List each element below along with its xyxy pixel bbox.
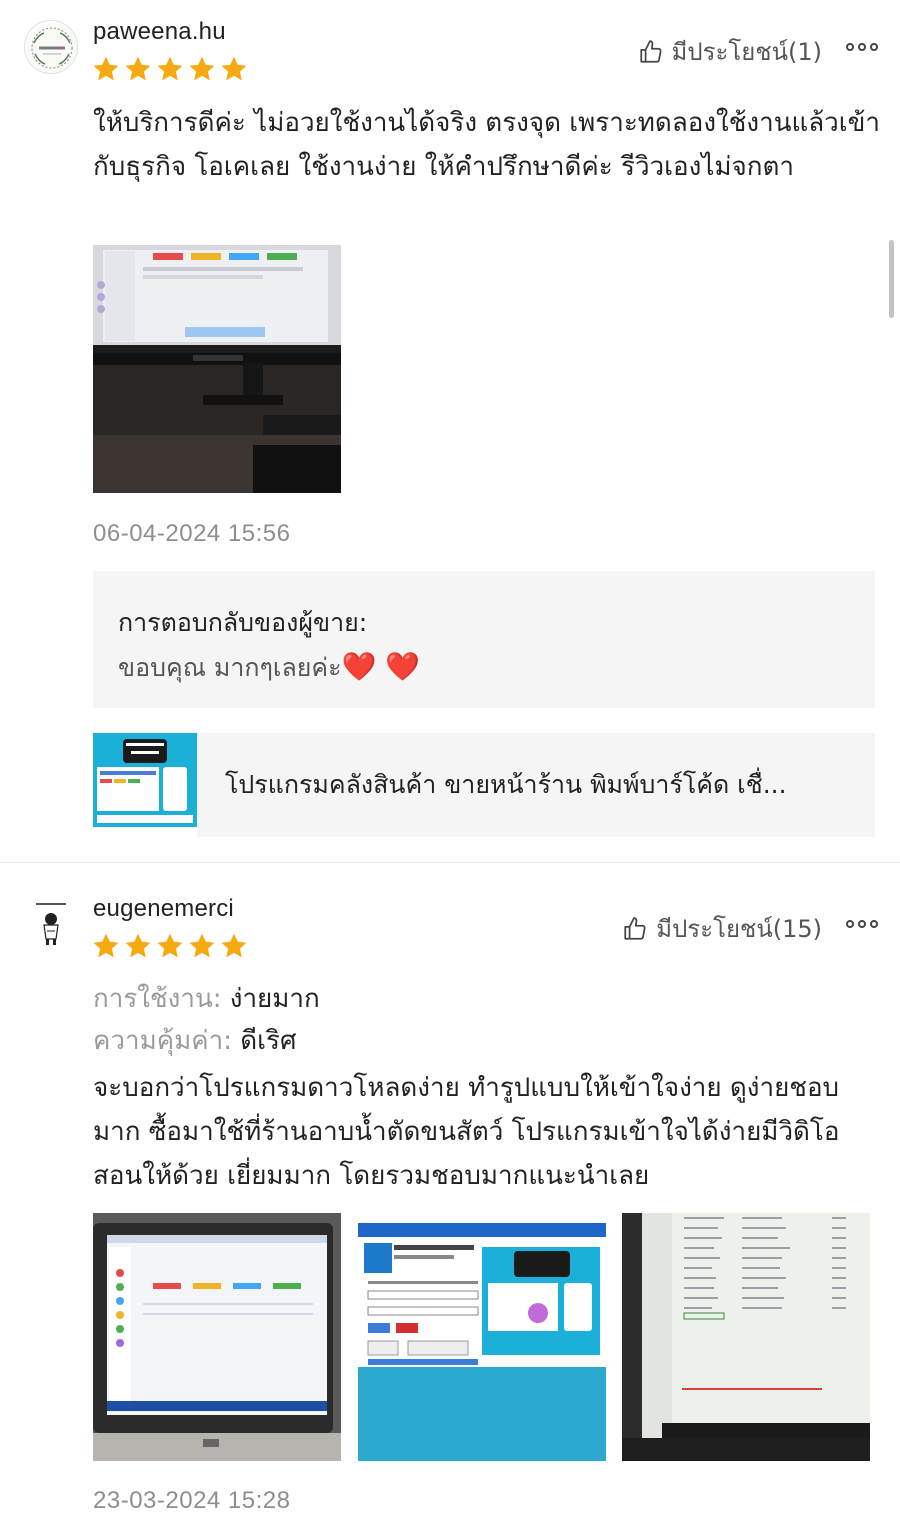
star-icon [93,933,119,958]
star-rating [92,55,248,83]
reviewer-username[interactable]: eugenemerci [93,895,234,923]
star-icon [157,56,183,81]
reviewer-username[interactable]: paweena.hu [93,18,226,46]
review-photo[interactable] [93,245,341,493]
attribute-usability: การใช้งาน: ง่ายมาก [93,978,320,1020]
star-icon [125,933,151,958]
heart-emojis: ❤️ ❤️ [341,650,421,683]
helpful-button[interactable]: มีประโยชน์(15) [622,909,822,948]
helpful-count-label: มีประโยชน์(1) [671,38,822,66]
review-photo[interactable] [358,1213,606,1461]
star-icon [125,56,151,81]
attribute-value: ดีเริศ [240,1026,297,1056]
star-icon [93,56,119,81]
seller-response-title: การตอบกลับของผู้ขาย: [118,608,368,637]
more-options-icon[interactable] [846,920,878,928]
thumbs-up-icon [639,39,662,63]
star-icon [189,933,215,958]
star-rating [92,932,248,960]
review-text: จะบอกว่าโปรแกรมดาวโหลดง่าย ทำรูปแบบให้เข… [93,1073,840,1191]
review-photo[interactable] [93,1213,341,1461]
helpful-button[interactable]: มีประโยชน์(1) [638,32,822,71]
avatar[interactable] [24,897,78,951]
avatar[interactable] [24,20,78,74]
attribute-value-for-money: ความคุ้มค่า: ดีเริศ [93,1020,297,1062]
more-options-icon[interactable] [846,43,878,51]
review-date: 23-03-2024 15:28 [93,1487,291,1514]
product-thumbnail [93,733,197,837]
attribute-key: การใช้งาน: [93,984,222,1014]
thumbs-up-icon [624,916,646,940]
seller-response-message: ขอบคุณ มากๆเลยค่ะ [118,653,342,682]
attribute-key: ความคุ้มค่า: [93,1026,233,1056]
review-card: paweena.hu มีประโยชน์(1) ให้บริการดีค่ะ … [0,0,900,862]
star-icon [157,933,183,958]
seller-response-text: ขอบคุณ มากๆเลยค่ะ❤️ ❤️ [118,645,850,690]
review-photo[interactable] [622,1213,870,1461]
helpful-count-label: มีประโยชน์(15) [656,915,822,943]
star-icon [221,933,247,958]
product-link[interactable]: โปรแกรมคลังสินค้า ขายหน้าร้าน พิมพ์บาร์โ… [93,733,875,837]
review-text: ให้บริการดีค่ะ ไม่อวยใช้งานได้จริง ตรงจุ… [93,108,881,182]
star-icon [189,56,215,81]
attribute-value: ง่ายมาก [229,984,320,1014]
product-name: โปรแกรมคลังสินค้า ขายหน้าร้าน พิมพ์บาร์โ… [225,770,787,799]
review-card: eugenemerci มีประโยชน์(15) การใช้งาน: ง่… [0,862,900,1527]
star-icon [221,56,247,81]
review-date: 06-04-2024 15:56 [93,520,291,547]
seller-response: การตอบกลับของผู้ขาย: ขอบคุณ มากๆเลยค่ะ❤️… [93,571,875,708]
